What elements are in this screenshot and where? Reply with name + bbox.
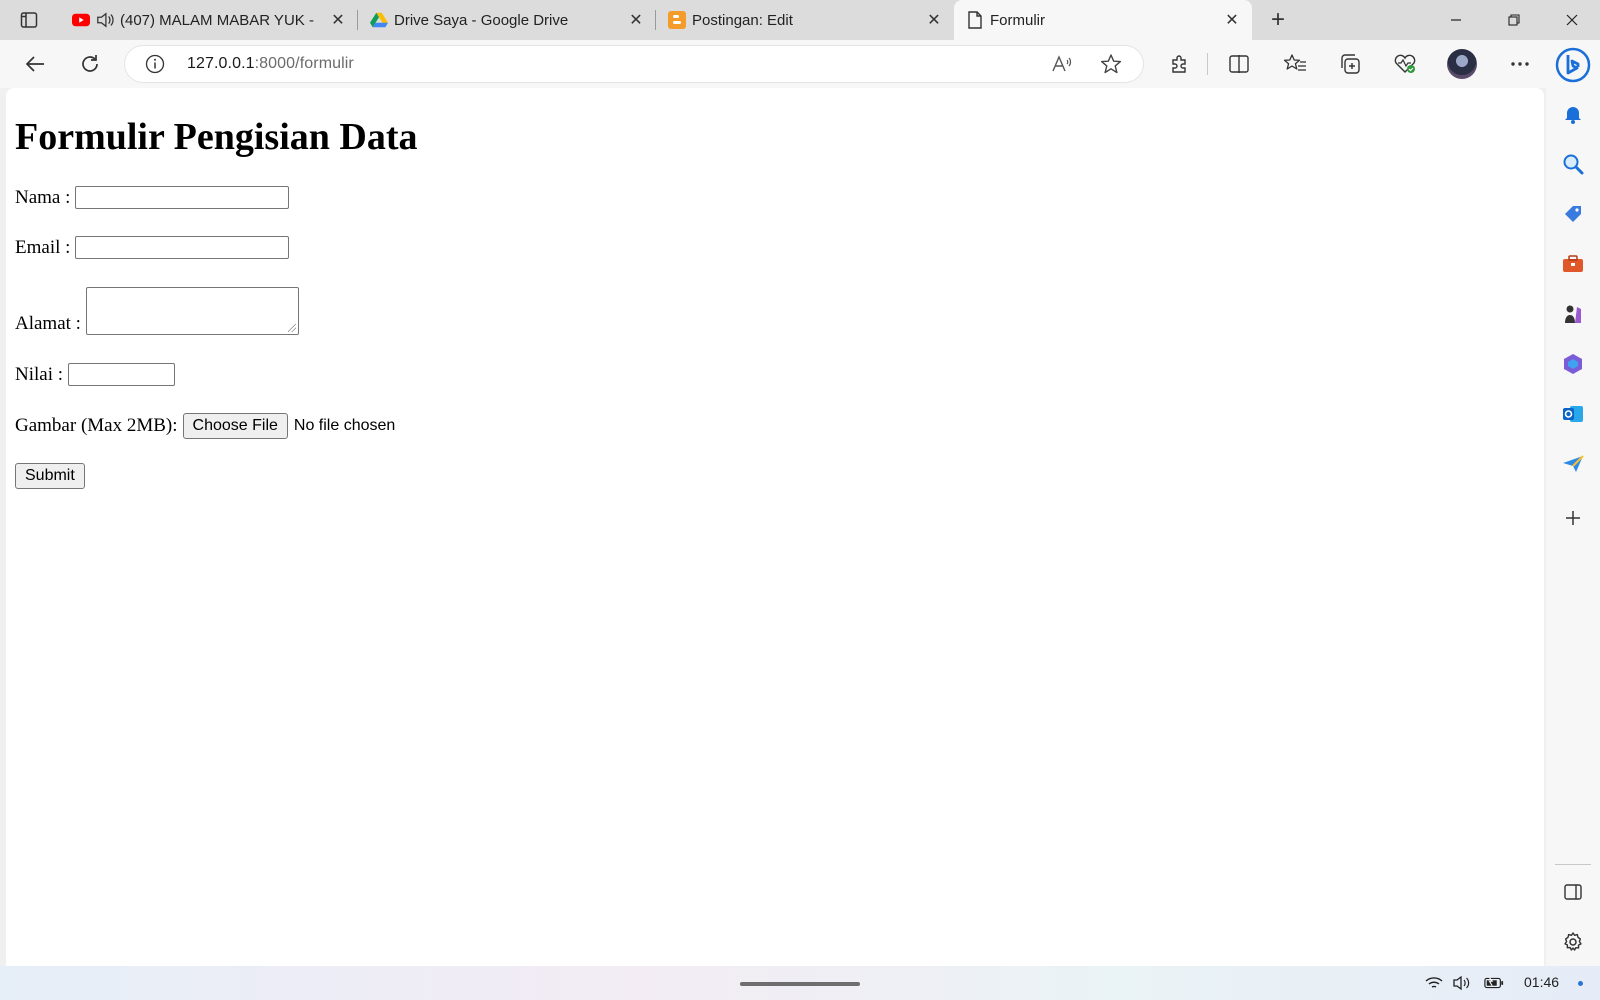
speaker-icon[interactable] [96,11,114,29]
close-tab-icon[interactable]: ✕ [1220,8,1244,32]
browser-essentials-icon[interactable] [1389,48,1421,80]
email-label: Email : [15,237,71,258]
alamat-label: Alamat : [15,313,81,334]
read-aloud-icon[interactable] [1050,52,1074,76]
nilai-label: Nilai : [15,364,64,385]
url-path: :8000/formulir [254,55,354,72]
url-text[interactable]: 127.0.0.1:8000/formulir [187,55,354,73]
close-tab-icon[interactable]: ✕ [326,8,350,32]
tools-briefcase-icon[interactable] [1559,250,1587,278]
favorites-list-icon[interactable] [1279,48,1311,80]
tab-title: Formulir [990,11,1045,29]
tab-actions-icon[interactable] [14,8,44,32]
choose-file-button[interactable]: Choose File [182,413,288,439]
add-plus-icon[interactable] [1559,504,1587,532]
clock[interactable]: 01:46 [1524,974,1559,990]
resize-grip-icon[interactable] [287,324,296,332]
alamat-row: Alamat : [15,287,299,335]
minimize-icon[interactable] [1428,0,1484,40]
submit-button[interactable]: Submit [15,463,85,489]
profile-avatar[interactable] [1447,49,1477,79]
collections-icon[interactable] [1334,48,1366,80]
gambar-label: Gambar (Max 2MB): [15,415,178,436]
send-paper-plane-icon[interactable] [1559,450,1587,478]
nilai-input[interactable] [68,363,176,386]
tab-title: (407) MALAM MABAR YUK - [120,11,314,29]
site-info-icon[interactable] [145,54,165,74]
tab-title: Drive Saya - Google Drive [394,11,569,29]
notification-dot[interactable] [1578,981,1583,986]
close-window-icon[interactable] [1544,0,1600,40]
settings-gear-icon[interactable] [1559,928,1587,956]
new-tab-plus-icon[interactable]: + [1264,6,1292,34]
refresh-icon[interactable] [74,48,106,80]
edge-sidebar [1546,88,1600,966]
shopping-tag-icon[interactable] [1559,200,1587,228]
bing-copilot-icon[interactable] [1554,46,1592,84]
wifi-icon[interactable] [1424,973,1444,993]
tab-title: Postingan: Edit [692,11,793,29]
page-title: Formulir Pengisian Data [15,116,418,158]
gambar-row: Gambar (Max 2MB): Choose File No file ch… [15,413,395,439]
tab-strip: (407) MALAM MABAR YUK - ✕ Drive Saya - G… [0,0,1600,40]
more-options-icon[interactable] [1504,48,1536,80]
submit-row: Submit [15,463,85,489]
restore-icon[interactable] [1486,0,1542,40]
volume-icon[interactable] [1452,973,1472,993]
page-icon [966,11,984,29]
google-drive-icon [370,11,388,29]
tab-formulir[interactable]: Formulir ✕ [954,0,1252,40]
alamat-textarea[interactable] [85,287,299,335]
email-input[interactable] [75,236,290,259]
toolbar-divider [1207,53,1208,75]
tab-google-drive[interactable]: Drive Saya - Google Drive ✕ [358,0,656,40]
page-content: Formulir Pengisian Data Nama : Email : A… [6,88,1544,966]
url-host: 127.0.0.1 [187,55,255,72]
office-icon[interactable] [1559,350,1587,378]
taskbar: 01:46 [0,966,1600,1000]
extensions-icon[interactable] [1163,48,1195,80]
nama-label: Nama : [15,187,71,208]
close-tab-icon[interactable]: ✕ [624,8,648,32]
gesture-handle[interactable] [740,982,860,986]
close-tab-icon[interactable]: ✕ [922,8,946,32]
nilai-row: Nilai : [15,363,176,386]
blogger-icon [668,11,686,29]
email-row: Email : [15,236,290,259]
split-screen-icon[interactable] [1223,48,1255,80]
address-bar[interactable]: 127.0.0.1:8000/formulir [125,46,1143,82]
file-status-text: No file chosen [293,417,396,434]
nama-row: Nama : [15,186,290,209]
sidebar-divider [1555,864,1591,865]
youtube-icon [72,11,90,29]
hide-sidebar-icon[interactable] [1559,878,1587,906]
nama-input[interactable] [75,186,290,209]
favorite-star-icon[interactable] [1099,52,1123,76]
battery-charging-icon[interactable] [1484,973,1504,993]
tab-youtube[interactable]: (407) MALAM MABAR YUK - ✕ [60,0,358,40]
notification-bell-icon[interactable] [1559,100,1587,128]
outlook-icon[interactable] [1559,400,1587,428]
search-icon[interactable] [1559,150,1587,178]
games-icon[interactable] [1559,300,1587,328]
tab-blogger[interactable]: Postingan: Edit ✕ [656,0,954,40]
browser-toolbar: 127.0.0.1:8000/formulir [0,40,1600,88]
back-arrow-icon[interactable] [19,48,51,80]
